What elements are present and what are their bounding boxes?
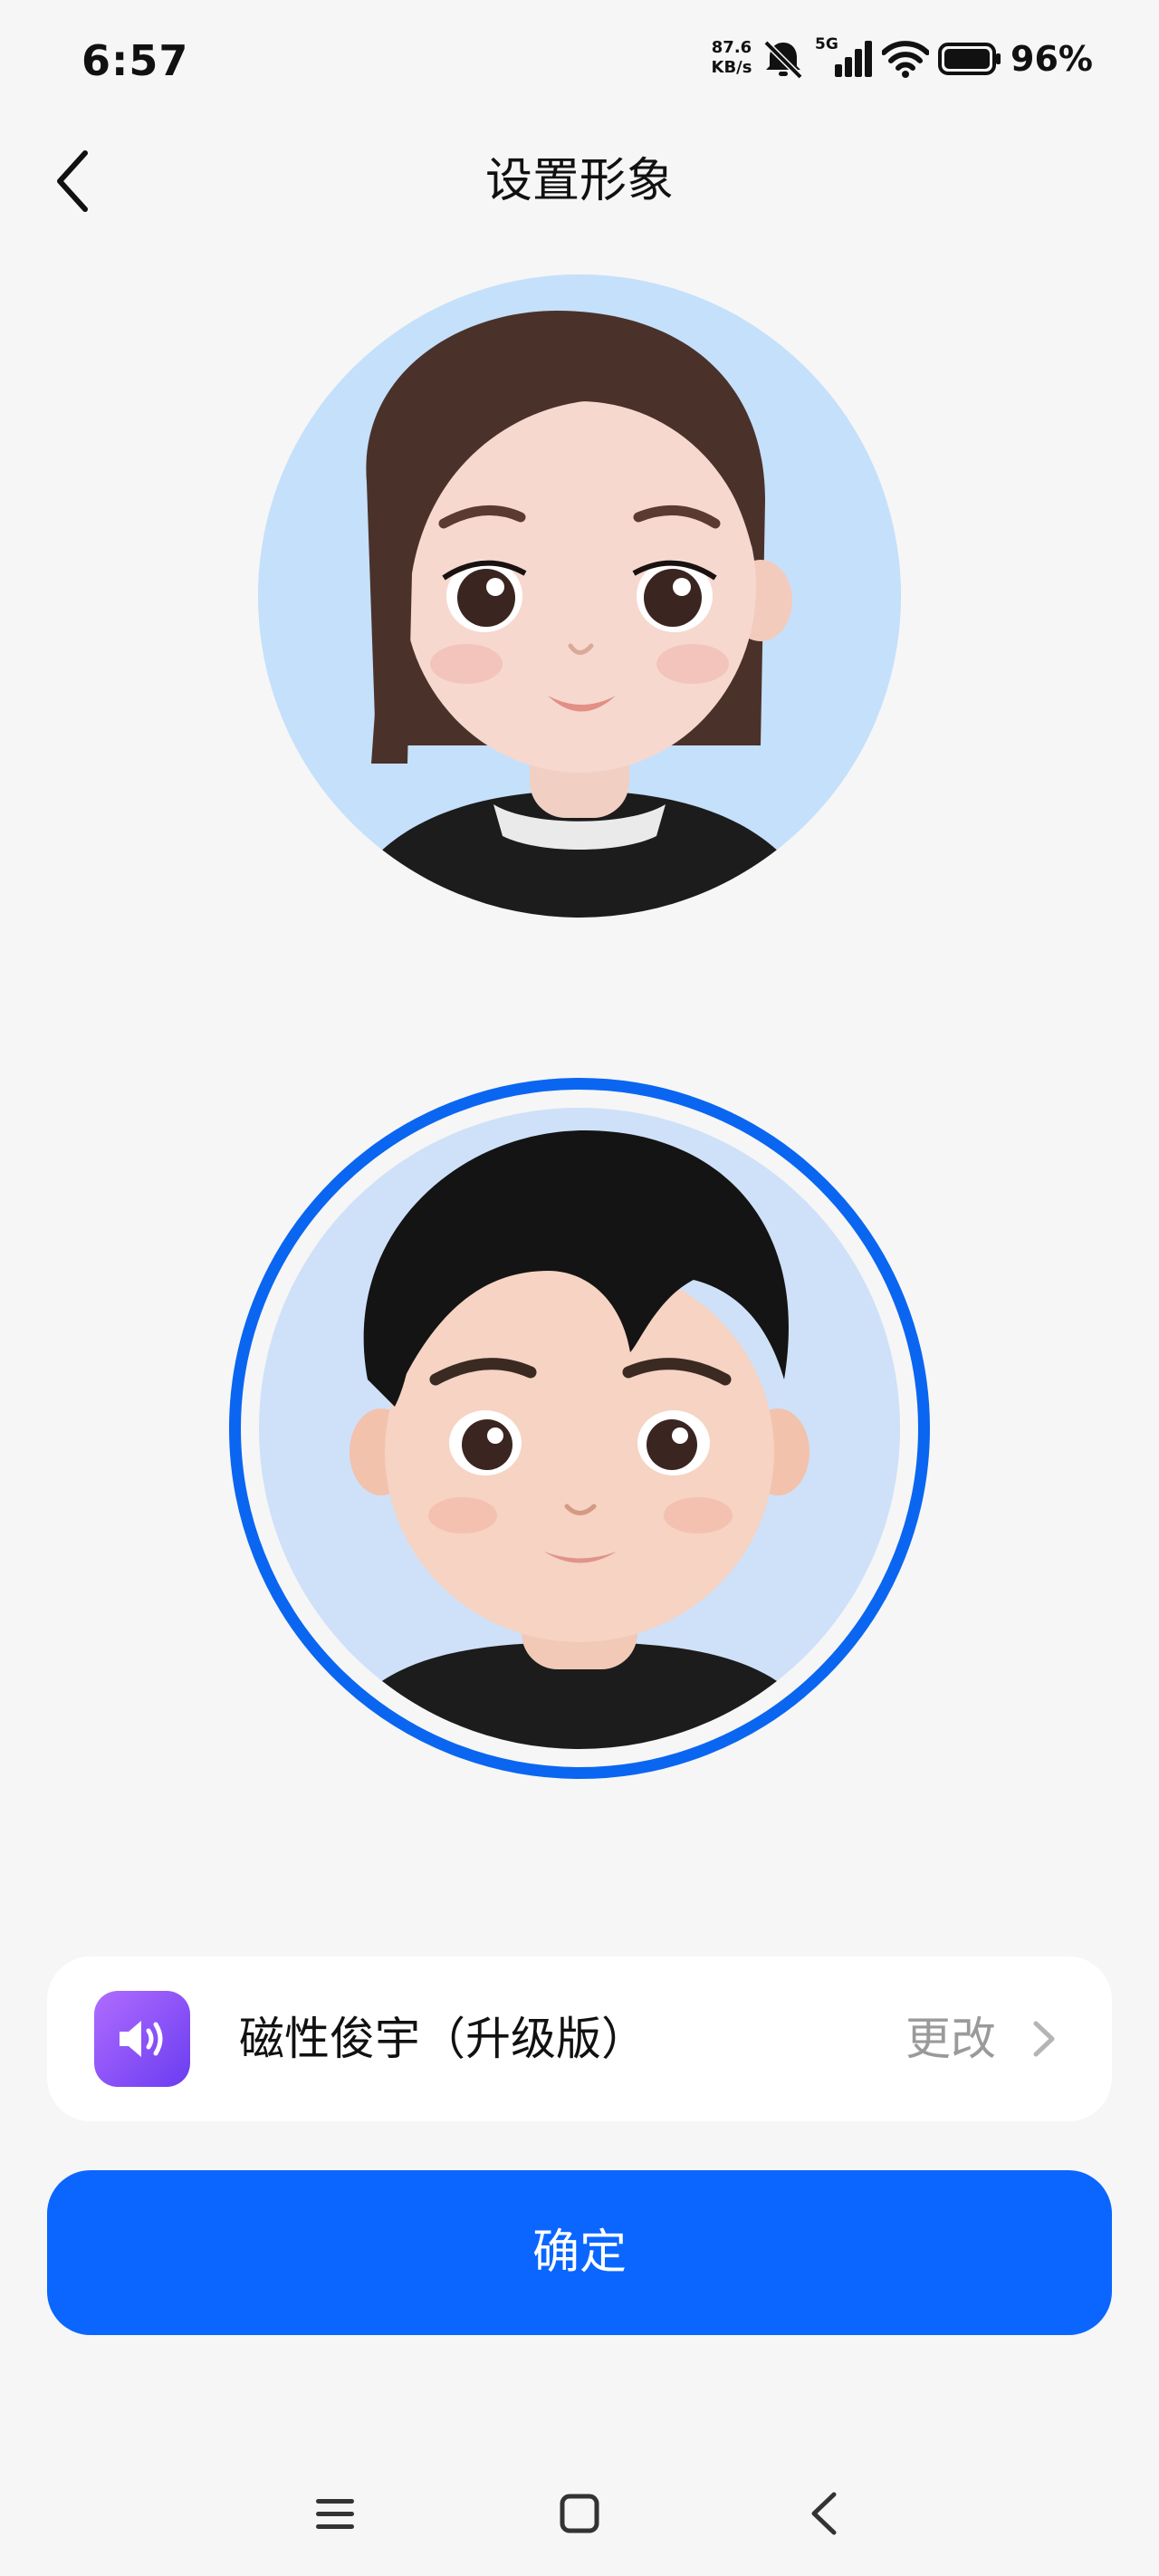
male-avatar[interactable] xyxy=(259,1108,900,1749)
signal-icon: 5G xyxy=(815,35,873,79)
confirm-button[interactable]: 确定 xyxy=(47,2170,1112,2335)
status-icons: 5G 96% xyxy=(761,35,1093,82)
female-avatar-illustration xyxy=(258,274,901,918)
battery-percentage: 96% xyxy=(1011,39,1093,79)
change-voice-link[interactable]: 更改 xyxy=(905,1956,996,2121)
male-avatar-illustration xyxy=(259,1108,900,1749)
status-bar: 6:57 87.6 KB/s 5G 96% xyxy=(0,0,1159,127)
chevron-right-icon xyxy=(1033,2021,1055,2057)
system-back-button[interactable] xyxy=(792,2482,856,2545)
wifi-icon xyxy=(882,41,929,78)
menu-button[interactable] xyxy=(303,2482,367,2545)
voice-setting-row[interactable]: 磁性俊宇（升级版） 更改 xyxy=(47,1956,1112,2121)
mute-icon xyxy=(763,40,803,79)
network-speed-unit: KB/s xyxy=(711,58,752,77)
speaker-icon xyxy=(120,2021,163,2057)
chevron-left-icon xyxy=(57,150,88,212)
back-icon xyxy=(811,2492,837,2535)
system-nav-bar xyxy=(0,2464,1159,2554)
home-button[interactable] xyxy=(548,2482,611,2545)
network-speed: 87.6 KB/s xyxy=(706,38,757,78)
battery-icon xyxy=(938,43,1001,75)
voice-name: 磁性俊宇（升级版） xyxy=(239,2013,647,2065)
status-time: 6:57 xyxy=(81,36,189,85)
home-icon xyxy=(560,2494,599,2533)
menu-icon xyxy=(316,2499,354,2529)
female-avatar[interactable] xyxy=(258,274,901,918)
voice-icon-badge xyxy=(94,1991,190,2087)
back-button[interactable] xyxy=(45,145,100,217)
network-speed-value: 87.6 xyxy=(711,38,752,57)
page-title: 设置形象 xyxy=(484,154,674,208)
